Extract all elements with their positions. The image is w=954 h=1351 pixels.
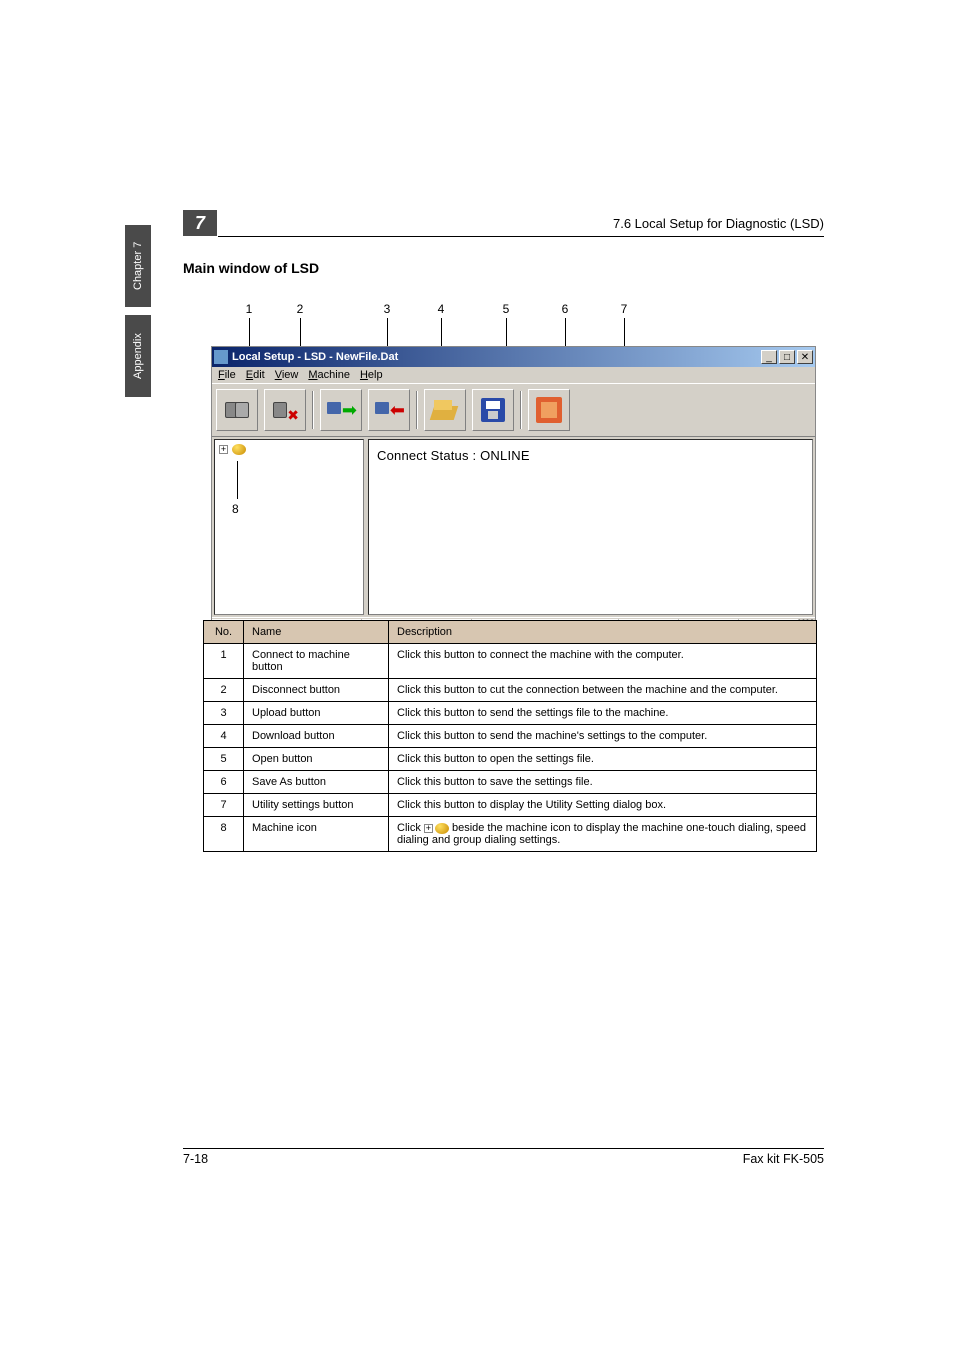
open-folder-icon [432,400,458,420]
minimize-button[interactable]: _ [761,350,777,364]
cell-no: 1 [204,644,244,679]
toolbar-separator [520,391,522,429]
window-titlebar[interactable]: Local Setup - LSD - NewFile.Dat _ □ ✕ [212,347,815,367]
connect-button[interactable] [216,389,258,431]
utility-icon [536,397,562,423]
table-row: 4 Download button Click this button to s… [204,725,817,748]
cell-desc: Click this button to connect the machine… [389,644,817,679]
menu-bar: File Edit View Machine Help [212,367,815,383]
cell-no: 4 [204,725,244,748]
window-title: Local Setup - LSD - NewFile.Dat [232,351,761,363]
connect-icon [223,396,251,424]
chapter-number-badge: 7 [183,210,217,236]
menu-view[interactable]: View [275,369,299,381]
app-icon [214,350,228,364]
table-row: 8 Machine icon Click + beside the machin… [204,817,817,852]
machine-icon[interactable] [232,444,246,455]
cell-name: Save As button [244,771,389,794]
product-name: Fax kit FK-505 [743,1152,824,1166]
cell-desc: Click this button to send the settings f… [389,702,817,725]
download-icon [375,400,403,420]
cell-desc: Click this button to open the settings f… [389,748,817,771]
cell-desc-post: beside the machine icon to display the m… [397,822,806,846]
table-row: 1 Connect to machine button Click this b… [204,644,817,679]
disconnect-button[interactable] [264,389,306,431]
th-name: Name [244,621,389,644]
menu-edit[interactable]: Edit [246,369,265,381]
cell-name: Upload button [244,702,389,725]
connect-status-text: Connect Status : ONLINE [377,448,530,463]
disconnect-icon [271,396,299,424]
cell-desc: Click this button to cut the connection … [389,679,817,702]
save-as-button[interactable] [472,389,514,431]
cell-no: 8 [204,817,244,852]
cell-no: 7 [204,794,244,817]
content-pane: Connect Status : ONLINE [368,439,813,615]
cell-name: Open button [244,748,389,771]
toolbar [212,383,815,437]
header-rule [218,236,824,237]
cell-desc: Click this button to display the Utility… [389,794,817,817]
upload-icon [327,400,355,420]
table-row: 7 Utility settings button Click this but… [204,794,817,817]
menu-machine[interactable]: Machine [308,369,350,381]
callout-7: 7 [616,302,632,316]
th-desc: Description [389,621,817,644]
cell-name: Connect to machine button [244,644,389,679]
inline-machine-icon [435,823,449,834]
callout-labels: 1 2 3 4 5 6 7 [222,302,827,342]
sidebar-tab-chapter: Chapter 7 [125,225,151,307]
inline-expander-icon: + [424,824,433,833]
open-button[interactable] [424,389,466,431]
callout-8: 8 [232,502,239,516]
menu-help[interactable]: Help [360,369,383,381]
callout-3: 3 [379,302,395,316]
cell-desc: Click this button to send the machine's … [389,725,817,748]
cell-name: Disconnect button [244,679,389,702]
table-row: 2 Disconnect button Click this button to… [204,679,817,702]
lsd-app-window: Local Setup - LSD - NewFile.Dat _ □ ✕ Fi… [211,346,816,638]
callout-4: 4 [433,302,449,316]
cell-name: Machine icon [244,817,389,852]
tree-root-node[interactable]: + [219,444,359,455]
cell-no: 3 [204,702,244,725]
cell-desc-pre: Click [397,822,424,834]
section-heading: Main window of LSD [183,260,319,276]
page-footer: 7-18 Fax kit FK-505 [183,1148,824,1166]
table-row: 3 Upload button Click this button to sen… [204,702,817,725]
callout-6: 6 [557,302,573,316]
cell-name: Utility settings button [244,794,389,817]
cell-desc: Click this button to save the settings f… [389,771,817,794]
download-button[interactable] [368,389,410,431]
footer-rule [183,1148,824,1149]
callout-1: 1 [241,302,257,316]
callout-2: 2 [292,302,308,316]
save-disk-icon [481,398,505,422]
cell-no: 2 [204,679,244,702]
callout-5: 5 [498,302,514,316]
table-row: 5 Open button Click this button to open … [204,748,817,771]
table-row: 6 Save As button Click this button to sa… [204,771,817,794]
utility-settings-button[interactable] [528,389,570,431]
tree-expander-icon[interactable]: + [219,445,228,454]
toolbar-separator [416,391,418,429]
upload-button[interactable] [320,389,362,431]
cell-no: 5 [204,748,244,771]
page-number: 7-18 [183,1152,208,1166]
close-button[interactable]: ✕ [797,350,813,364]
cell-name: Download button [244,725,389,748]
menu-file[interactable]: File [218,369,236,381]
toolbar-separator [312,391,314,429]
cell-no: 6 [204,771,244,794]
sidebar-tab-appendix: Appendix [125,315,151,397]
callout-8-leader [237,461,238,499]
cell-desc: Click + beside the machine icon to displ… [389,817,817,852]
description-table: No. Name Description 1 Connect to machin… [203,620,817,852]
section-breadcrumb: 7.6 Local Setup for Diagnostic (LSD) [613,216,824,231]
maximize-button[interactable]: □ [779,350,795,364]
th-no: No. [204,621,244,644]
